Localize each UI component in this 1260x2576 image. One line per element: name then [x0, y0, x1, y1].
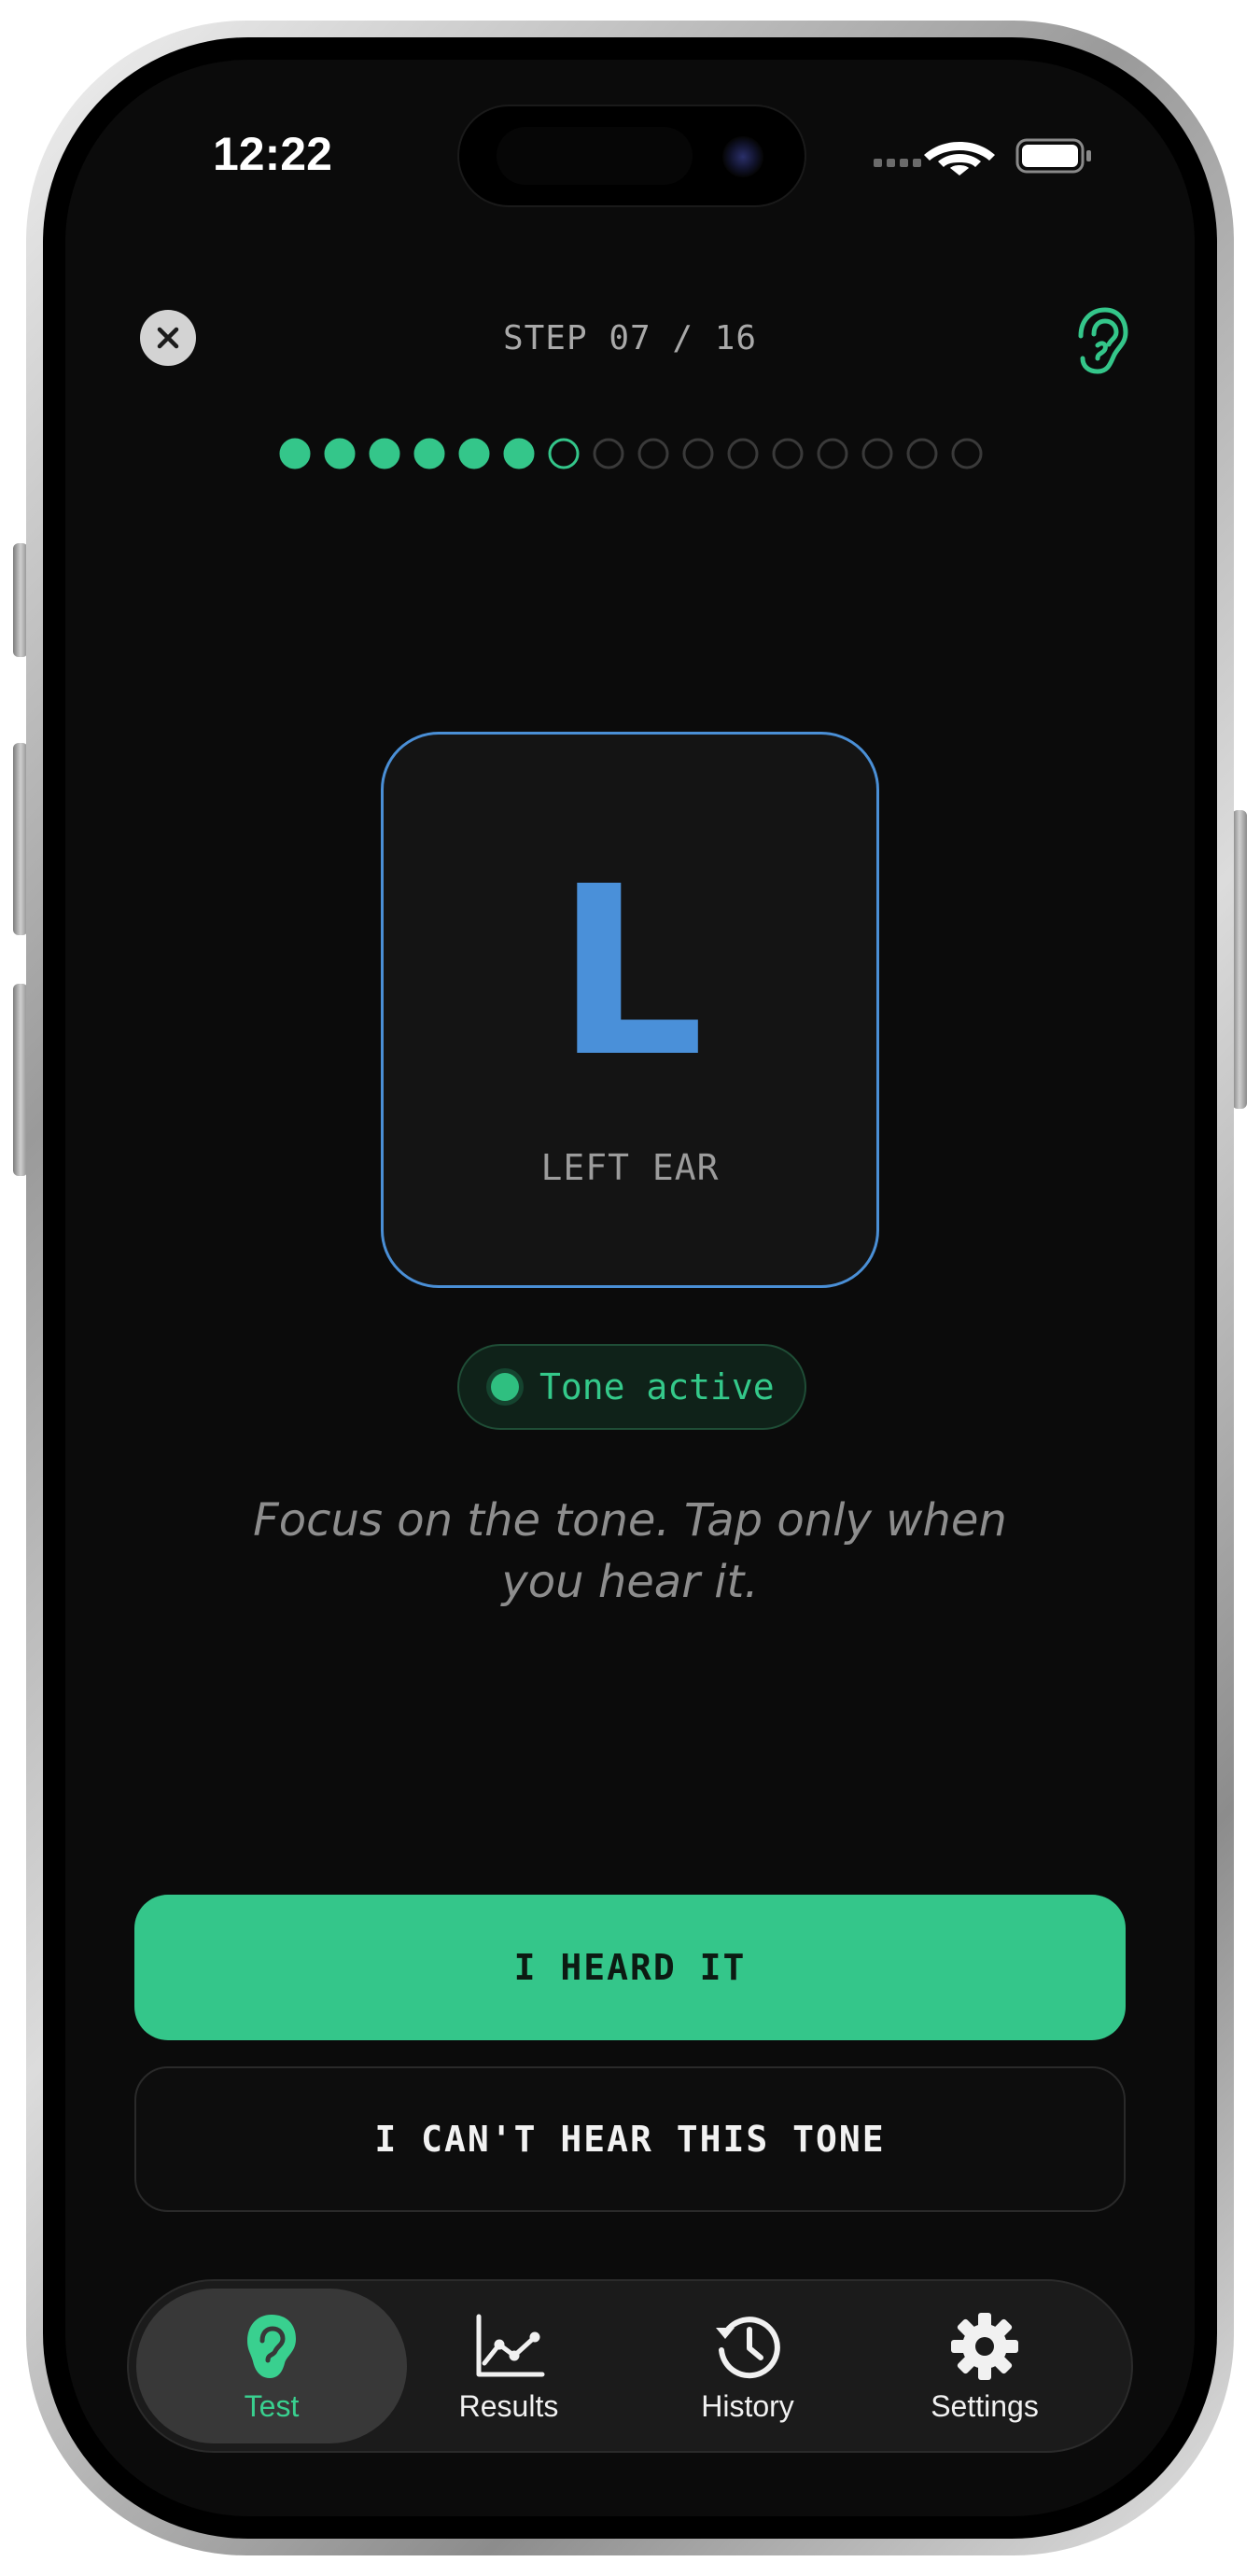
progress-dot-pending — [772, 438, 804, 469]
close-icon — [157, 327, 179, 349]
progress-dot-complete — [279, 438, 311, 469]
progress-dot-pending — [637, 438, 669, 469]
progress-dot-pending — [682, 438, 714, 469]
tab-test[interactable]: Test — [136, 2289, 407, 2443]
battery-icon — [1015, 138, 1091, 174]
cant-hear-button[interactable]: I CAN'T HEAR THIS TONE — [134, 2066, 1126, 2212]
progress-dot-pending — [727, 438, 759, 469]
status-time: 12:22 — [213, 128, 332, 180]
progress-dot-complete — [413, 438, 445, 469]
ear-icon[interactable] — [1066, 304, 1133, 375]
tone-status-label: Tone active — [539, 1366, 775, 1407]
ear-caption: LEFT EAR — [540, 1147, 720, 1188]
power-button — [1232, 810, 1247, 1109]
tab-history[interactable]: History — [612, 2289, 883, 2443]
progress-dot-pending — [593, 438, 624, 469]
tab-label: History — [701, 2388, 794, 2423]
progress-dots — [279, 438, 983, 469]
tone-status-badge: Tone active — [457, 1344, 806, 1430]
close-button[interactable] — [140, 310, 196, 366]
gear-icon — [951, 2312, 1018, 2380]
app-screen: 12:22 STEP 07 / 16 L LEFT EAR Tone activ… — [65, 60, 1195, 2516]
tab-label: Settings — [931, 2388, 1039, 2423]
progress-dot-complete — [503, 438, 535, 469]
progress-dot-current — [548, 438, 580, 469]
tab-label: Results — [458, 2388, 559, 2423]
tab-bar: Test Results History Settings — [127, 2279, 1133, 2453]
status-indicators — [874, 138, 1091, 175]
instruction-text: Focus on the tone. Tap only when you hea… — [253, 1494, 1007, 1608]
heard-it-button[interactable]: I HEARD IT — [134, 1895, 1126, 2040]
front-camera — [722, 136, 763, 177]
chart-icon — [476, 2314, 545, 2376]
progress-dot-pending — [817, 438, 848, 469]
cellular-signal-icon — [874, 159, 921, 167]
progress-dot-complete — [324, 438, 356, 469]
progress-dot-pending — [861, 438, 893, 469]
progress-dot-pending — [906, 438, 938, 469]
wifi-icon — [924, 142, 995, 175]
history-icon — [716, 2316, 780, 2378]
ear-indicator-card: L LEFT EAR — [381, 732, 879, 1288]
tab-label: Test — [244, 2388, 300, 2423]
step-counter: STEP 07 / 16 — [502, 319, 758, 357]
island-sensor — [497, 127, 693, 185]
ear-letter: L — [555, 836, 705, 1108]
progress-dot-complete — [458, 438, 490, 469]
tab-settings[interactable]: Settings — [849, 2289, 1120, 2443]
ear-icon — [247, 2314, 296, 2378]
progress-dot-complete — [369, 438, 400, 469]
tab-results[interactable]: Results — [373, 2289, 644, 2443]
tone-active-dot-icon — [491, 1373, 519, 1401]
dynamic-island — [457, 105, 806, 207]
progress-dot-pending — [951, 438, 983, 469]
